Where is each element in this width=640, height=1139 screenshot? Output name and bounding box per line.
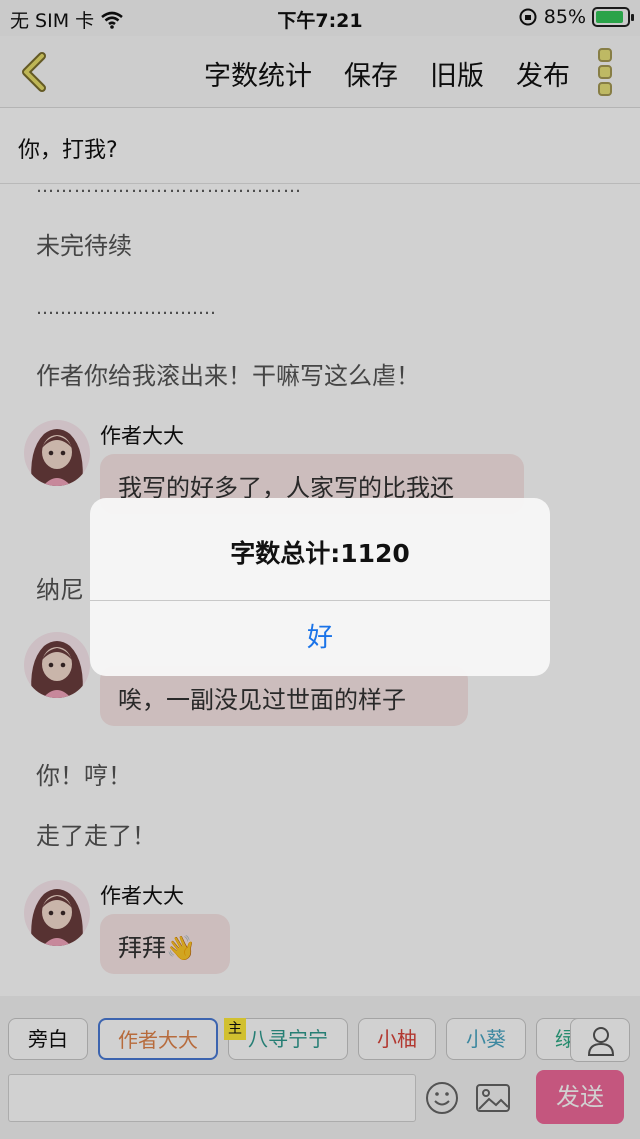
app-screen: 无 SIM 卡 下午7:21 85% 字数统计 保存 旧版 发布 你，打我? ……: [0, 0, 640, 1139]
word-count-alert: 字数总计:1120 好: [90, 498, 550, 676]
alert-title: 字数总计:1120: [230, 539, 410, 568]
alert-ok-button[interactable]: 好: [90, 601, 550, 676]
